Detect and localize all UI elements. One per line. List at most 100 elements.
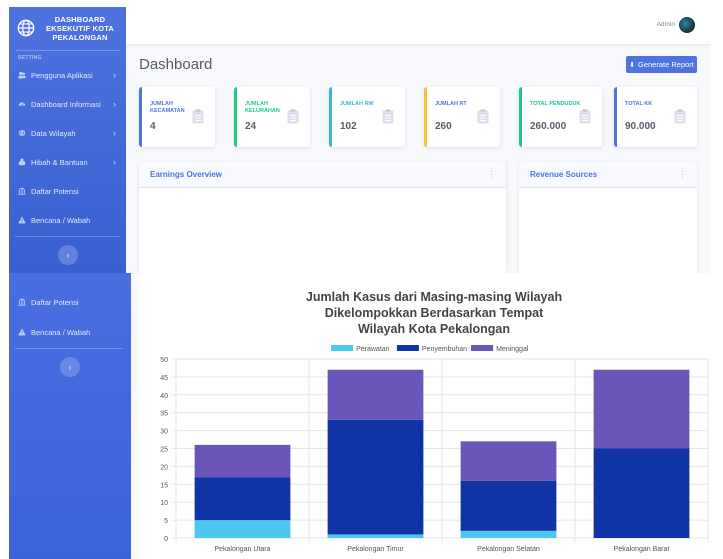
sidebar: DASHBOARD EKSEKUTIF KOTA PEKALONGAN SETT…: [9, 7, 126, 273]
card-accent: [614, 87, 617, 147]
chevron-left-icon: ‹: [66, 250, 70, 260]
chevron-right-icon: ›: [113, 128, 116, 138]
sidebar-item-bencana-wabah[interactable]: Bencana / Wabah: [9, 211, 126, 229]
card-value: 24: [245, 121, 257, 132]
sidebar-item-daftar-potensi[interactable]: Daftar Potensi: [9, 182, 126, 200]
brand-line-2: EKSEKUTIF KOTA: [45, 23, 115, 33]
bar-segment: [460, 480, 557, 531]
card-value: 4: [150, 121, 156, 132]
avatar[interactable]: [679, 17, 695, 33]
stat-card-kelurahan: JUMLAH KELURAHAN 24: [234, 87, 310, 147]
chart-title-line-1: Jumlah Kasus dari Masing-masing Wilayah: [306, 290, 562, 304]
sidebar-item-label: Dashboard Informasi: [31, 99, 101, 109]
clipboard-icon: [192, 109, 204, 124]
y-tick-label: 40: [160, 393, 168, 400]
warning-icon: [18, 216, 26, 224]
y-tick-label: 50: [160, 357, 168, 364]
stat-card-kk: TOTAL KK 90.000: [614, 87, 697, 147]
sidebar-item-label: Bencana / Wabah: [31, 215, 91, 225]
chevron-right-icon: ›: [113, 70, 116, 80]
panel-header: Revenue Sources ⋮: [519, 161, 697, 188]
legend-label: Meninggal: [496, 346, 529, 353]
bank-icon: [18, 298, 26, 306]
sidebar-item-label: Daftar Potensi: [31, 297, 79, 307]
bar-segment: [194, 520, 291, 538]
stat-card-rw: JUMLAH RW 102: [329, 87, 405, 147]
sidebar-heading: SETTING: [18, 55, 42, 61]
sidebar-item-label: Daftar Potensi: [31, 186, 79, 196]
legend-swatch: [331, 345, 354, 351]
clipboard-icon: [674, 109, 686, 124]
panel-title: Revenue Sources: [530, 170, 598, 179]
page-title: Dashboard: [139, 56, 213, 73]
x-axis-labels: Pekalongan Utara Pekalongan Timur Pekalong…: [214, 546, 669, 553]
card-accent: [329, 87, 332, 147]
panel-header: Earnings Overview ⋮: [139, 161, 506, 188]
download-icon: ⬇: [629, 61, 635, 69]
card-accent: [424, 87, 427, 147]
chart-title-line-3: Wilayah Kota Pekalongan: [358, 322, 510, 336]
sidebar: Daftar Potensi Bencana / Wabah ‹: [9, 273, 131, 559]
sidebar-item-dashboard-informasi[interactable]: Dashboard Informasi ›: [9, 95, 126, 113]
users-icon: [18, 71, 26, 79]
bar-segment: [194, 477, 291, 521]
x-tick-label: Pekalongan Barat: [614, 546, 670, 553]
y-axis-labels: 0 5 10 15 20 25 30 35 40 45 50: [160, 357, 168, 543]
y-tick-label: 15: [160, 482, 168, 489]
y-tick-label: 20: [160, 464, 168, 471]
generate-report-button[interactable]: ⬇ Generate Report: [626, 56, 697, 73]
y-tick-label: 0: [164, 536, 168, 543]
brand[interactable]: DASHBOARD EKSEKUTIF KOTA PEKALONGAN: [9, 7, 126, 49]
sidebar-item-daftar-potensi[interactable]: Daftar Potensi: [9, 293, 131, 311]
brand-line-1: DASHBOARD: [54, 14, 106, 24]
more-vertical-icon[interactable]: ⋮: [487, 169, 496, 180]
card-value: 260: [435, 121, 452, 132]
stat-card-rt: JUMLAH RT 260: [424, 87, 500, 147]
more-vertical-icon[interactable]: ⋮: [678, 169, 687, 180]
card-label: JUMLAH RT: [435, 101, 467, 107]
sidebar-toggle-button[interactable]: ‹: [60, 357, 80, 377]
x-tick-label: Pekalongan Utara: [214, 546, 270, 553]
bar-segment: [593, 448, 690, 538]
sidebar-item-hibah-bantuan[interactable]: Hibah & Bantuan ›: [9, 153, 126, 171]
card-label: JUMLAH RW: [340, 101, 374, 107]
divider: [15, 50, 120, 51]
card-accent: [234, 87, 237, 147]
revenue-sources-panel: Revenue Sources ⋮: [519, 161, 697, 273]
chevron-right-icon: ›: [113, 99, 116, 109]
y-tick-label: 10: [160, 500, 168, 507]
chevron-left-icon: ‹: [68, 362, 72, 372]
sidebar-item-label: Pengguna Aplikasi: [31, 70, 93, 80]
hand-icon: [18, 158, 26, 166]
globe-icon: [18, 129, 26, 137]
dashboard-screenshot: DASHBOARD EKSEKUTIF KOTA PEKALONGAN SETT…: [9, 7, 711, 273]
x-tick-label: Pekalongan Selatan: [477, 546, 540, 553]
sidebar-item-pengguna-aplikasi[interactable]: Pengguna Aplikasi ›: [9, 66, 126, 84]
generate-report-label: Generate Report: [638, 60, 694, 69]
bar-segment: [327, 419, 424, 535]
divider: [15, 348, 123, 349]
y-tick-label: 30: [160, 429, 168, 436]
chart-screenshot: Daftar Potensi Bencana / Wabah ‹ Jumlah …: [9, 273, 713, 559]
bank-icon: [18, 187, 26, 195]
chevron-right-icon: ›: [113, 157, 116, 167]
chart-legend: Perawatan Penyembuhan Meninggal: [331, 345, 529, 353]
bar-segment: [460, 441, 557, 481]
y-tick-label: 25: [160, 447, 168, 454]
globe-icon: [17, 19, 35, 37]
stacked-bar-chart: Jumlah Kasus dari Masing-masing Wilayah …: [160, 290, 709, 553]
card-label: TOTAL KK: [625, 101, 653, 107]
card-label: TOTAL PENDUDUK: [530, 101, 581, 107]
sidebar-toggle-button[interactable]: ‹: [58, 245, 78, 265]
sidebar-item-data-wilayah[interactable]: Data Wilayah ›: [9, 124, 126, 142]
sidebar-item-label: Bencana / Wabah: [31, 327, 91, 337]
stat-card-kecamatan: JUMLAH KECAMATAN 4: [139, 87, 215, 147]
x-tick-label: Pekalongan Timur: [347, 546, 404, 553]
clipboard-icon: [382, 109, 394, 124]
user-name[interactable]: Admin: [657, 21, 675, 28]
sidebar-item-bencana-wabah[interactable]: Bencana / Wabah: [9, 323, 131, 341]
bar-segment: [593, 369, 690, 449]
bar-segment: [327, 534, 424, 538]
stat-card-penduduk: TOTAL PENDUDUK 260.000: [519, 87, 602, 147]
clipboard-icon: [287, 109, 299, 124]
